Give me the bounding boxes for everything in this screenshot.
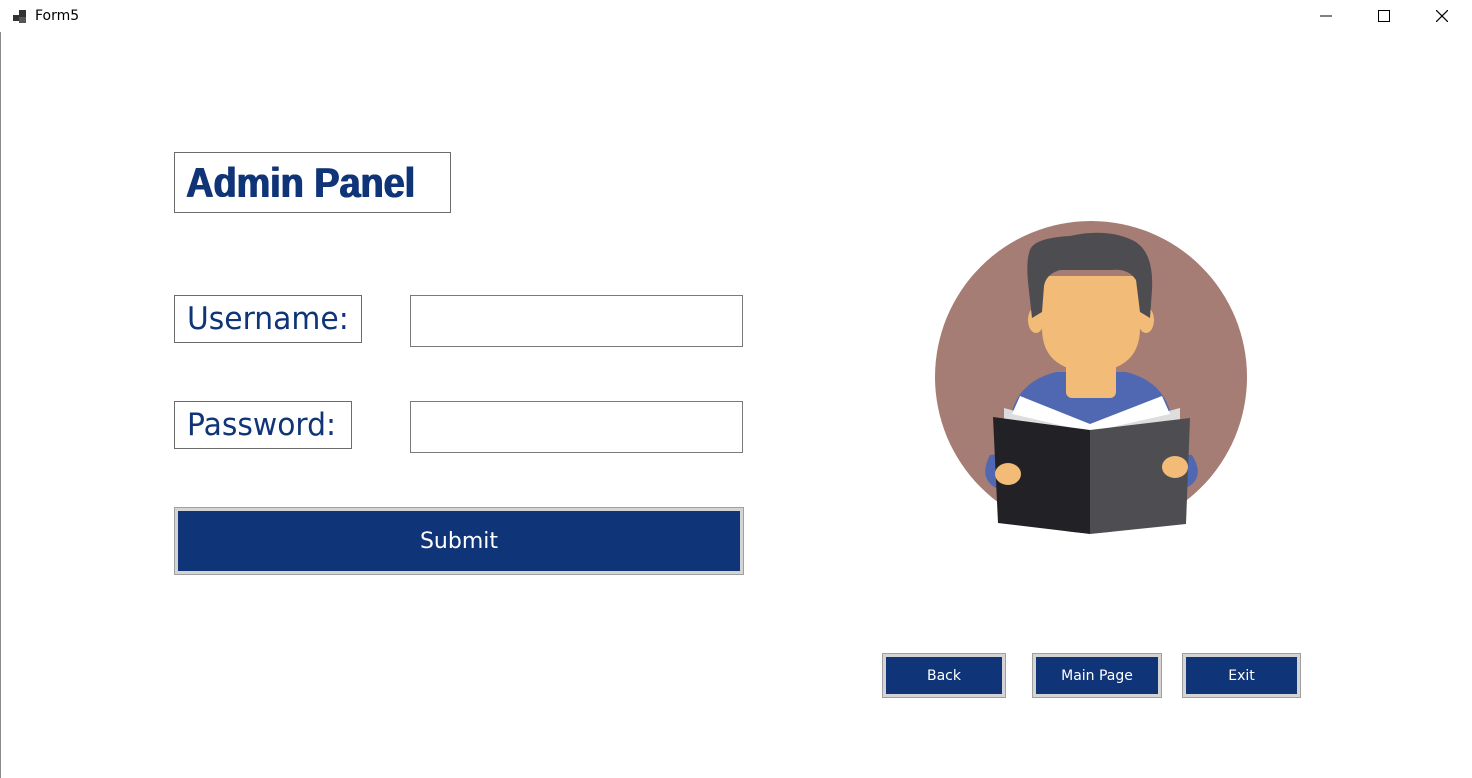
minimize-button[interactable] [1297,0,1355,32]
page-title: Admin Panel [186,158,415,206]
window-title: Form5 [35,8,80,24]
maximize-button[interactable] [1355,0,1413,32]
form5-window: Form5 Admin Panel Username: Password: Su… [0,0,1472,778]
username-label-box: Username: [174,295,362,343]
submit-button-label: Submit [419,528,499,554]
username-input[interactable] [410,295,743,347]
main-page-button-label: Main Page [1061,667,1133,684]
app-window-icon [13,9,27,23]
main-page-button[interactable]: Main Page [1032,653,1162,698]
password-input[interactable] [410,401,743,453]
submit-button[interactable]: Submit [174,507,744,575]
password-label: Password: [187,407,337,443]
minimize-icon [1320,10,1332,22]
back-button[interactable]: Back [882,653,1006,698]
close-icon [1436,10,1448,22]
back-button-label: Back [927,667,961,684]
person-reading-book-icon [930,220,1250,540]
maximize-icon [1378,10,1390,22]
username-label: Username: [187,301,349,337]
window-border [0,0,1,778]
admin-panel-title-box: Admin Panel [174,152,451,213]
title-bar[interactable]: Form5 [0,0,1472,32]
exit-button[interactable]: Exit [1182,653,1301,698]
password-label-box: Password: [174,401,352,449]
exit-button-label: Exit [1228,667,1255,684]
close-button[interactable] [1413,0,1471,32]
